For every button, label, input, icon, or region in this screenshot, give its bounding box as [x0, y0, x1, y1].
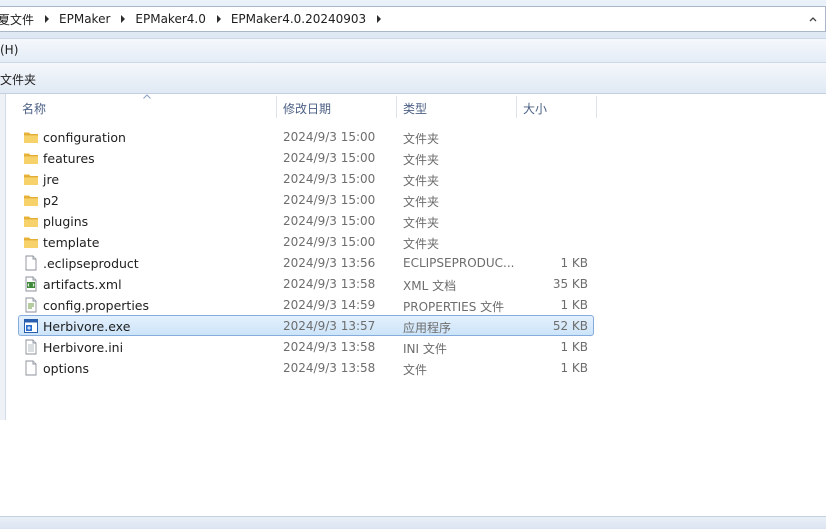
- file-row[interactable]: Herbivore.exe 2024/9/3 13:57 应用程序 52 KB: [18, 315, 594, 336]
- file-size: 1 KB: [560, 298, 588, 312]
- file-row[interactable]: .eclipseproduct 2024/9/3 13:56 ECLIPSEPROD…: [18, 252, 594, 273]
- file-row[interactable]: plugins 2024/9/3 15:00 文件夹: [18, 210, 594, 231]
- folder-icon: [23, 171, 39, 187]
- column-header-size[interactable]: 大小: [517, 94, 596, 120]
- file-modified-date: 2024/9/3 13:58: [283, 277, 376, 291]
- breadcrumb: 夏文件 EPMaker EPMaker4.0 EPMaker4.0.202409…: [0, 7, 391, 31]
- file-modified-date: 2024/9/3 15:00: [283, 172, 376, 186]
- file-size: 52 KB: [552, 319, 588, 333]
- file-row[interactable]: p2 2024/9/3 15:00 文件夹: [18, 189, 594, 210]
- file-name: config.properties: [43, 298, 150, 313]
- file-type: 文件: [403, 363, 428, 377]
- file-modified-date: 2024/9/3 15:00: [283, 130, 376, 144]
- ini-file-icon: [23, 339, 39, 355]
- file-name: Herbivore.exe: [43, 319, 131, 334]
- file-modified-date: 2024/9/3 15:00: [283, 214, 376, 228]
- address-field[interactable]: 夏文件 EPMaker EPMaker4.0 EPMaker4.0.202409…: [0, 6, 826, 32]
- file-row[interactable]: artifacts.xml 2024/9/3 13:58 XML 文档 35 KB: [18, 273, 594, 294]
- column-header-label: 大小: [523, 102, 548, 116]
- file-modified-date: 2024/9/3 15:00: [283, 235, 376, 249]
- column-header-name[interactable]: 名称: [6, 94, 276, 120]
- file-type: 文件夹: [403, 216, 440, 230]
- file-name: jre: [43, 172, 60, 187]
- file-name: configuration: [43, 130, 126, 145]
- file-name: template: [43, 235, 100, 250]
- file-modified-date: 2024/9/3 13:58: [283, 361, 376, 375]
- folder-icon: [23, 213, 39, 229]
- file-size: 35 KB: [552, 277, 588, 291]
- column-header-label: 名称: [22, 102, 47, 116]
- breadcrumb-chevron-icon[interactable]: [216, 15, 221, 23]
- file-name: artifacts.xml: [43, 277, 122, 292]
- file-name: features: [43, 151, 95, 166]
- address-bar: 夏文件 EPMaker EPMaker4.0 EPMaker4.0.202409…: [0, 0, 826, 38]
- file-size: 1 KB: [560, 361, 588, 375]
- breadcrumb-chevron-icon[interactable]: [121, 15, 126, 23]
- menu-bar: (H): [0, 38, 826, 62]
- scroll-arrow-up-icon[interactable]: [805, 11, 821, 27]
- xml-file-icon: [23, 276, 39, 292]
- folder-icon: [23, 234, 39, 250]
- blank-file-icon: [23, 255, 39, 271]
- navigation-pane-edge[interactable]: [0, 94, 6, 420]
- breadcrumb-item-root[interactable]: 夏文件: [0, 11, 34, 28]
- breadcrumb-item-current[interactable]: EPMaker4.0.20240903: [231, 12, 366, 26]
- file-name: p2: [43, 193, 59, 208]
- file-name: options: [43, 361, 90, 376]
- folder-icon: [23, 192, 39, 208]
- file-modified-date: 2024/9/3 13:58: [283, 340, 376, 354]
- menu-item-help[interactable]: (H): [0, 43, 18, 57]
- file-type: 文件夹: [403, 237, 440, 251]
- file-size: 1 KB: [560, 256, 588, 270]
- file-modified-date: 2024/9/3 15:00: [283, 151, 376, 165]
- blank-file-icon: [23, 360, 39, 376]
- file-modified-date: 2024/9/3 13:57: [283, 319, 376, 333]
- properties-file-icon: [23, 297, 39, 313]
- breadcrumb-chevron-icon[interactable]: [45, 15, 50, 23]
- column-header-label: 类型: [403, 102, 428, 116]
- exe-app-icon: [23, 318, 39, 334]
- column-header-date[interactable]: 修改日期: [277, 94, 396, 120]
- file-type: INI 文件: [403, 342, 447, 356]
- folder-icon: [23, 129, 39, 145]
- file-type: 文件夹: [403, 132, 440, 146]
- file-modified-date: 2024/9/3 13:56: [283, 256, 376, 270]
- file-type: 应用程序: [403, 321, 452, 335]
- file-modified-date: 2024/9/3 15:00: [283, 193, 376, 207]
- breadcrumb-item-epmaker[interactable]: EPMaker: [59, 12, 110, 26]
- breadcrumb-item-epmaker4[interactable]: EPMaker4.0: [135, 12, 205, 26]
- file-row[interactable]: jre 2024/9/3 15:00 文件夹: [18, 168, 594, 189]
- file-row[interactable]: config.properties 2024/9/3 14:59 PROPERTIE…: [18, 294, 594, 315]
- column-header-row: 名称 修改日期 类型 大小: [6, 94, 826, 120]
- file-type: ECLIPSEPRODUC...: [403, 256, 515, 270]
- folder-icon: [23, 150, 39, 166]
- file-type: 文件夹: [403, 195, 440, 209]
- file-row[interactable]: options 2024/9/3 13:58 文件 1 KB: [18, 357, 594, 378]
- file-type: 文件夹: [403, 153, 440, 167]
- file-row[interactable]: Herbivore.ini 2024/9/3 13:58 INI 文件 1 KB: [18, 336, 594, 357]
- breadcrumb-chevron-icon[interactable]: [377, 15, 382, 23]
- column-header-type[interactable]: 类型: [397, 94, 516, 120]
- file-row[interactable]: configuration 2024/9/3 15:00 文件夹: [18, 126, 594, 147]
- file-type: 文件夹: [403, 174, 440, 188]
- toolbar: 文件夹: [0, 62, 826, 94]
- column-divider[interactable]: [596, 96, 597, 118]
- file-modified-date: 2024/9/3 14:59: [283, 298, 376, 312]
- column-header-label: 修改日期: [283, 102, 332, 116]
- file-size: 1 KB: [560, 340, 588, 354]
- status-bar: [0, 516, 826, 529]
- file-name: plugins: [43, 214, 89, 229]
- file-type: XML 文档: [403, 279, 457, 293]
- file-name: Herbivore.ini: [43, 340, 124, 355]
- file-name: .eclipseproduct: [43, 256, 139, 271]
- new-folder-button[interactable]: 文件夹: [0, 71, 36, 88]
- file-row[interactable]: template 2024/9/3 15:00 文件夹: [18, 231, 594, 252]
- file-type: PROPERTIES 文件: [403, 300, 505, 314]
- file-row[interactable]: features 2024/9/3 15:00 文件夹: [18, 147, 594, 168]
